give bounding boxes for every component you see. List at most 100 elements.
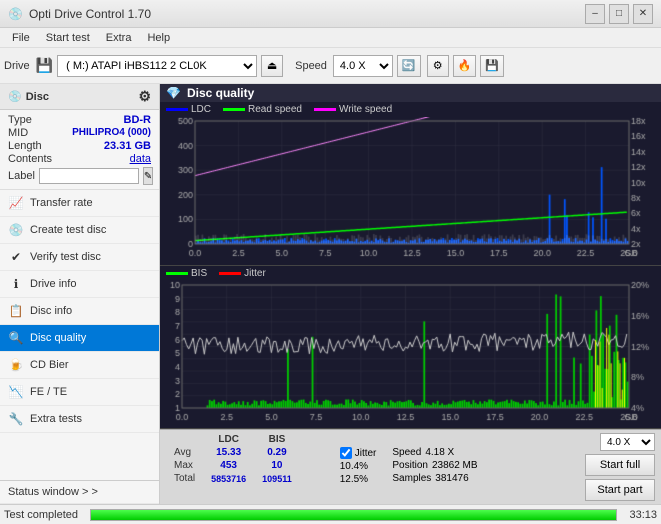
contents-label: Contents	[8, 153, 52, 165]
position-label: Position	[392, 460, 428, 471]
avg-jitter: 10.4%	[340, 461, 368, 472]
toolbar: Drive 💾 ( M:) ATAPI iHBS112 2 CL0K ⏏ Spe…	[0, 48, 661, 84]
menubar: File Start test Extra Help	[0, 28, 661, 48]
menu-help[interactable]: Help	[139, 30, 178, 46]
speed-section: Speed 4.18 X Position 23862 MB Samples 3…	[392, 447, 477, 484]
avg-jitter-row: 10.4%	[340, 461, 377, 472]
drive-icon: 💾	[36, 57, 53, 74]
minimize-button[interactable]: –	[585, 4, 605, 24]
save-button[interactable]: 💾	[480, 55, 504, 77]
burn-button[interactable]: 🔥	[453, 55, 477, 77]
samples-value: 381476	[435, 473, 468, 484]
max-label: Max	[166, 459, 203, 472]
bottom-chart-canvas	[160, 281, 661, 426]
jitter-section: Jitter 10.4% 12.5%	[340, 447, 377, 485]
sidebar-item-drive-info[interactable]: ℹ Drive info	[0, 271, 159, 298]
menu-file[interactable]: File	[4, 30, 38, 46]
settings-button[interactable]: ⚙	[427, 55, 449, 77]
panel-title: Disc quality	[187, 86, 254, 100]
sidebar-item-disc-quality-label: Disc quality	[30, 332, 86, 344]
app-title: 💿 Opti Drive Control 1.70	[8, 7, 151, 21]
label-label: Label	[8, 170, 35, 182]
sidebar-item-verify-test-disc-label: Verify test disc	[30, 251, 101, 263]
max-ldc: 453	[203, 459, 254, 472]
disc-header-icon: 💿	[8, 90, 22, 103]
avg-speed: 4.18 X	[425, 447, 454, 458]
start-full-button[interactable]: Start full	[585, 454, 655, 476]
progress-bar	[90, 509, 617, 521]
eject-button[interactable]: ⏏	[261, 55, 283, 77]
read-speed-legend: Read speed	[223, 104, 302, 115]
length-value: 23.31 GB	[104, 140, 151, 152]
titlebar: 💿 Opti Drive Control 1.70 – □ ✕	[0, 0, 661, 28]
sidebar-item-fe-te[interactable]: 📉 FE / TE	[0, 379, 159, 406]
ldc-header: LDC	[203, 433, 254, 446]
menu-start-test[interactable]: Start test	[38, 30, 98, 46]
length-label: Length	[8, 140, 42, 152]
sidebar-item-disc-info-label: Disc info	[30, 305, 72, 317]
maximize-button[interactable]: □	[609, 4, 629, 24]
stats-panel: LDC BIS Avg 15.33 0.29 Max 453 10 Total	[160, 429, 661, 504]
type-label: Type	[8, 114, 32, 126]
speed-stat-label: Speed	[392, 447, 421, 458]
sidebar-item-extra-tests[interactable]: 🔧 Extra tests	[0, 406, 159, 433]
sidebar: 💿 Disc ⚙ Type BD-R MID PHILIPRO4 (000) L…	[0, 84, 160, 504]
status-time: 33:13	[629, 509, 657, 521]
window-controls: – □ ✕	[585, 4, 653, 24]
disc-settings-icon[interactable]: ⚙	[138, 88, 151, 105]
jitter-legend: Jitter	[219, 268, 266, 279]
total-label: Total	[166, 472, 203, 485]
refresh-button[interactable]: 🔄	[397, 55, 421, 77]
sidebar-item-cd-bier-label: CD Bier	[30, 359, 69, 371]
mid-label: MID	[8, 127, 28, 139]
disc-info-panel: Type BD-R MID PHILIPRO4 (000) Length 23.…	[0, 110, 159, 190]
max-bis: 10	[254, 459, 300, 472]
contents-value[interactable]: data	[130, 153, 151, 165]
top-chart-canvas	[160, 117, 661, 262]
speed-label: Speed	[295, 60, 327, 72]
sidebar-item-extra-tests-label: Extra tests	[30, 413, 82, 425]
ldc-legend: LDC	[166, 104, 211, 115]
jitter-checkbox[interactable]	[340, 447, 352, 459]
app-icon: 💿	[8, 7, 23, 21]
total-bis: 109511	[254, 472, 300, 485]
sidebar-item-disc-quality[interactable]: 🔍 Disc quality	[0, 325, 159, 352]
stats-table: LDC BIS Avg 15.33 0.29 Max 453 10 Total	[166, 433, 332, 485]
bis-header: BIS	[254, 433, 300, 446]
close-button[interactable]: ✕	[633, 4, 653, 24]
label-edit-button[interactable]: ✎	[143, 167, 153, 185]
drive-select[interactable]: ( M:) ATAPI iHBS112 2 CL0K	[57, 55, 257, 77]
bis-legend: BIS	[166, 268, 207, 279]
sidebar-item-verify-test-disc[interactable]: ✔ Verify test disc	[0, 244, 159, 271]
write-speed-legend: Write speed	[314, 104, 392, 115]
avg-bis: 0.29	[254, 446, 300, 459]
disc-quality-header: 💎 Disc quality	[160, 84, 661, 102]
avg-label: Avg	[166, 446, 203, 459]
top-chart-legend: LDC Read speed Write speed	[160, 102, 661, 117]
disc-info-icon: 📋	[8, 303, 24, 319]
create-test-disc-icon: 💿	[8, 222, 24, 238]
status-window-label: Status window > >	[8, 486, 98, 498]
samples-label: Samples	[392, 473, 431, 484]
sidebar-item-transfer-rate-label: Transfer rate	[30, 197, 93, 209]
sidebar-item-create-test-disc-label: Create test disc	[30, 224, 106, 236]
drive-info-icon: ℹ	[8, 276, 24, 292]
progress-bar-fill	[91, 510, 616, 520]
total-ldc: 5853716	[203, 472, 254, 485]
extra-tests-icon: 🔧	[8, 411, 24, 427]
sidebar-item-status-window[interactable]: Status window > >	[0, 480, 159, 504]
sidebar-item-create-test-disc[interactable]: 💿 Create test disc	[0, 217, 159, 244]
action-buttons: 4.0 X 2.0 X Start full Start part	[585, 433, 655, 501]
sidebar-item-disc-info[interactable]: 📋 Disc info	[0, 298, 159, 325]
start-speed-select[interactable]: 4.0 X 2.0 X	[600, 433, 655, 451]
sidebar-item-cd-bier[interactable]: 🍺 CD Bier	[0, 352, 159, 379]
menu-extra[interactable]: Extra	[98, 30, 140, 46]
disc-section-label: Disc	[26, 91, 49, 103]
label-input[interactable]	[39, 168, 139, 184]
verify-test-disc-icon: ✔	[8, 249, 24, 265]
start-part-button[interactable]: Start part	[585, 479, 655, 501]
speed-select[interactable]: 4.0 X 2.0 X 8.0 X	[333, 55, 393, 77]
sidebar-item-transfer-rate[interactable]: 📈 Transfer rate	[0, 190, 159, 217]
sidebar-item-fe-te-label: FE / TE	[30, 386, 67, 398]
type-value: BD-R	[124, 114, 152, 126]
